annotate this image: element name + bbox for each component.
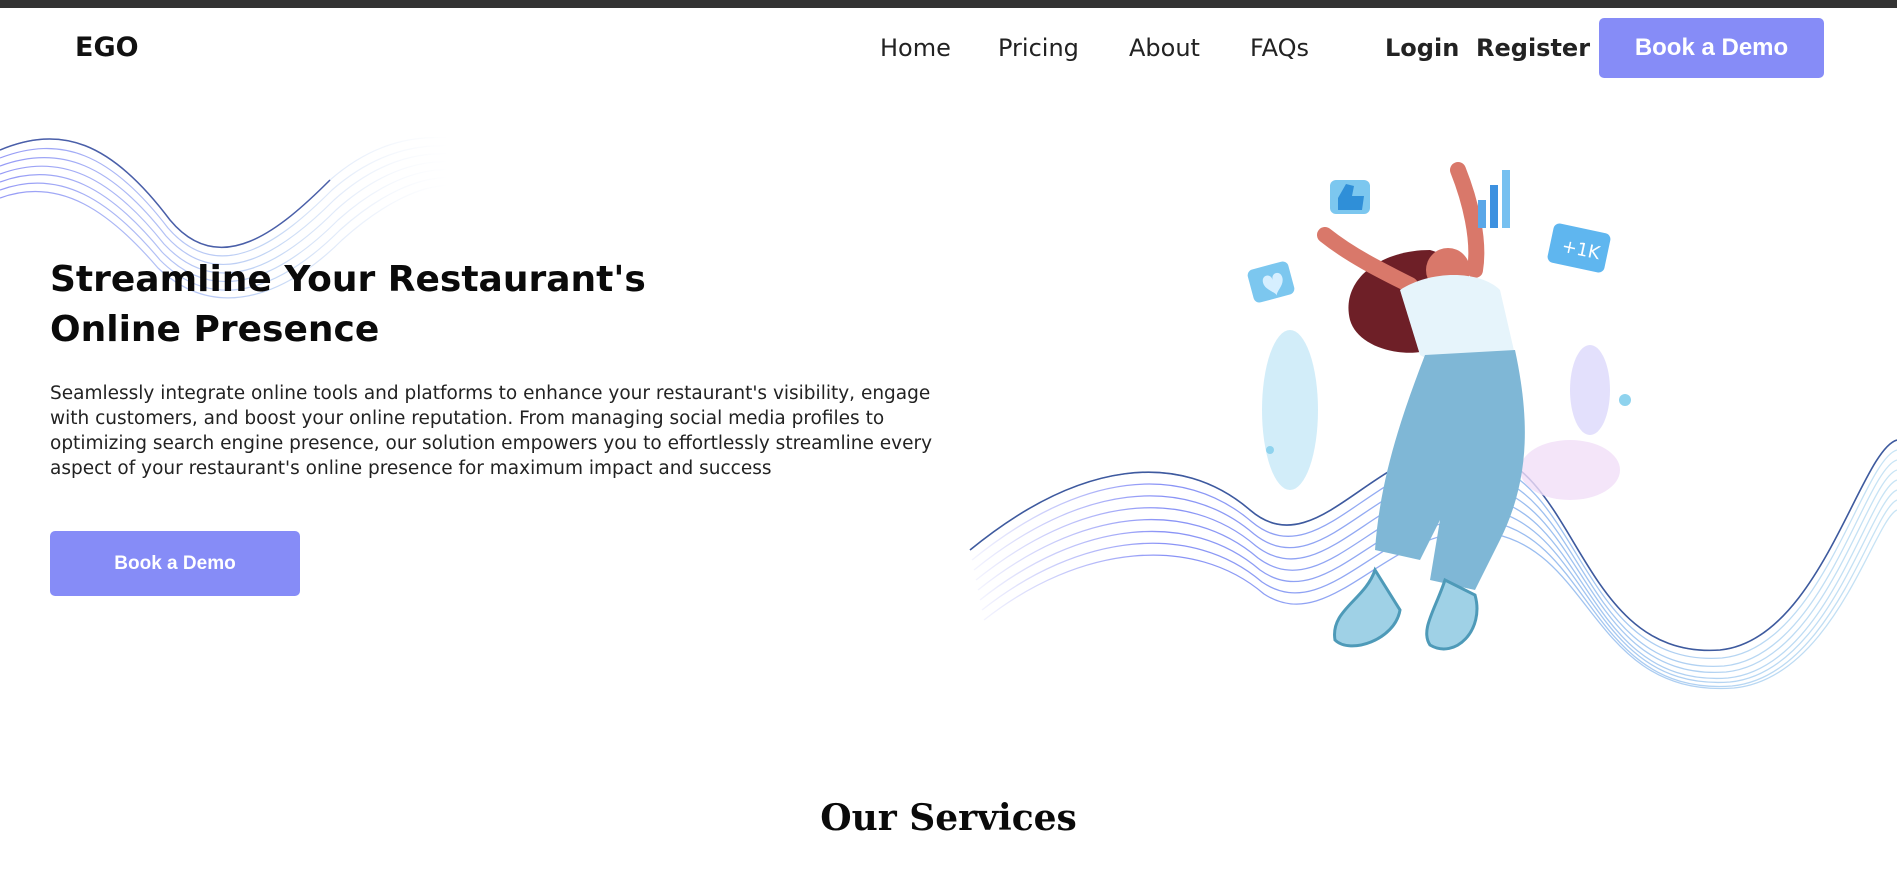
bar-chart-icon (1478, 170, 1510, 228)
nav-link-home[interactable]: Home (880, 34, 951, 62)
register-link[interactable]: Register (1476, 34, 1590, 62)
browser-top-strip (0, 0, 1897, 8)
logo[interactable]: EGO (75, 32, 139, 63)
nav-link-about[interactable]: About (1129, 34, 1200, 62)
nav-link-faqs[interactable]: FAQs (1250, 34, 1309, 62)
hero-description: Seamlessly integrate online tools and pl… (50, 383, 933, 479)
hero-title: Streamline Your Restaurant's Online Pres… (50, 259, 646, 350)
heart-icon (1247, 261, 1295, 303)
nav-link-pricing[interactable]: Pricing (998, 34, 1079, 62)
plus-1k-badge-icon: +1K (1547, 223, 1611, 273)
book-demo-button-hero[interactable]: Book a Demo (50, 531, 300, 596)
thumbs-up-icon (1330, 180, 1370, 214)
services-section-title: Our Services (820, 797, 1077, 839)
top-navbar: EGO Home Pricing About FAQs Login Regist… (0, 8, 1897, 88)
book-demo-button-header[interactable]: Book a Demo (1599, 18, 1824, 78)
hero-illustration: +1K (1247, 162, 1631, 651)
login-link[interactable]: Login (1385, 34, 1459, 62)
